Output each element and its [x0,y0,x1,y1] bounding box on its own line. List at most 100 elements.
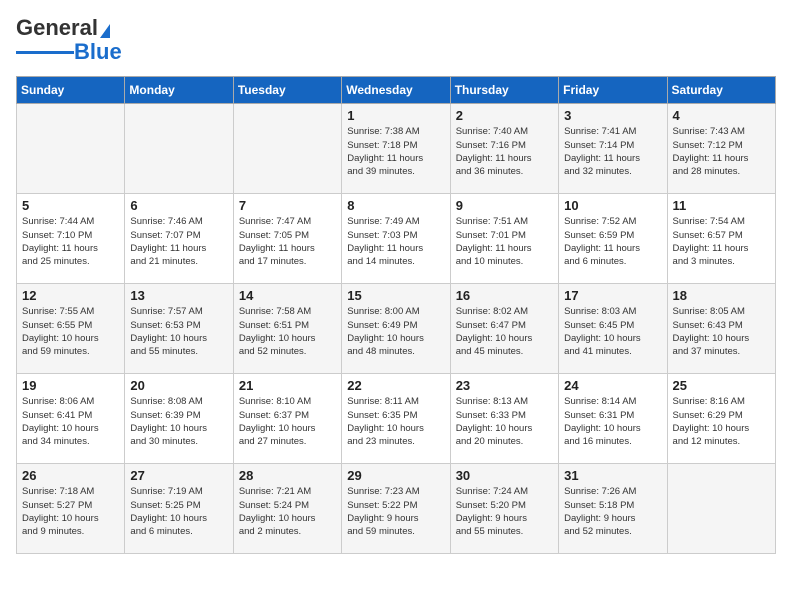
day-number: 10 [564,198,661,213]
day-header-monday: Monday [125,77,233,104]
day-number: 12 [22,288,119,303]
day-number: 2 [456,108,553,123]
day-number: 23 [456,378,553,393]
day-info: Sunrise: 7:57 AM Sunset: 6:53 PM Dayligh… [130,305,227,358]
day-number: 30 [456,468,553,483]
calendar-cell: 24 Sunrise: 8:14 AM Sunset: 6:31 PM Dayli… [559,374,667,464]
day-number: 8 [347,198,444,213]
day-number: 4 [673,108,770,123]
calendar-cell: 10 Sunrise: 7:52 AM Sunset: 6:59 PM Dayli… [559,194,667,284]
calendar-cell: 27 Sunrise: 7:19 AM Sunset: 5:25 PM Dayli… [125,464,233,554]
day-info: Sunrise: 7:19 AM Sunset: 5:25 PM Dayligh… [130,485,227,538]
day-info: Sunrise: 7:58 AM Sunset: 6:51 PM Dayligh… [239,305,336,358]
day-info: Sunrise: 8:05 AM Sunset: 6:43 PM Dayligh… [673,305,770,358]
day-number: 13 [130,288,227,303]
day-number: 17 [564,288,661,303]
day-header-friday: Friday [559,77,667,104]
day-info: Sunrise: 8:00 AM Sunset: 6:49 PM Dayligh… [347,305,444,358]
calendar-cell: 4 Sunrise: 7:43 AM Sunset: 7:12 PM Daylig… [667,104,775,194]
day-info: Sunrise: 8:02 AM Sunset: 6:47 PM Dayligh… [456,305,553,358]
week-row-3: 12 Sunrise: 7:55 AM Sunset: 6:55 PM Dayli… [17,284,776,374]
day-header-tuesday: Tuesday [233,77,341,104]
day-info: Sunrise: 7:54 AM Sunset: 6:57 PM Dayligh… [673,215,770,268]
calendar-cell: 2 Sunrise: 7:40 AM Sunset: 7:16 PM Daylig… [450,104,558,194]
calendar-cell: 21Sunrise: 8:10 AM Sunset: 6:37 PM Dayli… [233,374,341,464]
day-info: Sunrise: 8:03 AM Sunset: 6:45 PM Dayligh… [564,305,661,358]
day-number: 29 [347,468,444,483]
calendar-cell: 15 Sunrise: 8:00 AM Sunset: 6:49 PM Dayli… [342,284,450,374]
calendar-cell [125,104,233,194]
logo-general: General [16,16,98,40]
page-header: General Blue [16,16,776,64]
day-info: Sunrise: 8:13 AM Sunset: 6:33 PM Dayligh… [456,395,553,448]
calendar-cell: 14 Sunrise: 7:58 AM Sunset: 6:51 PM Dayli… [233,284,341,374]
calendar-cell [667,464,775,554]
day-header-sunday: Sunday [17,77,125,104]
calendar-cell: 29 Sunrise: 7:23 AM Sunset: 5:22 PM Dayli… [342,464,450,554]
day-info: Sunrise: 7:40 AM Sunset: 7:16 PM Dayligh… [456,125,553,178]
calendar-cell: 1Sunrise: 7:38 AM Sunset: 7:18 PM Daylig… [342,104,450,194]
calendar-cell: 9 Sunrise: 7:51 AM Sunset: 7:01 PM Daylig… [450,194,558,284]
day-info: Sunrise: 7:24 AM Sunset: 5:20 PM Dayligh… [456,485,553,538]
day-info: Sunrise: 7:38 AM Sunset: 7:18 PM Dayligh… [347,125,444,178]
day-number: 25 [673,378,770,393]
day-info: Sunrise: 7:46 AM Sunset: 7:07 PM Dayligh… [130,215,227,268]
calendar-cell: 25 Sunrise: 8:16 AM Sunset: 6:29 PM Dayli… [667,374,775,464]
day-number: 15 [347,288,444,303]
day-number: 28 [239,468,336,483]
day-header-wednesday: Wednesday [342,77,450,104]
day-number: 19 [22,378,119,393]
day-info: Sunrise: 7:49 AM Sunset: 7:03 PM Dayligh… [347,215,444,268]
day-number: 9 [456,198,553,213]
calendar-cell: 18 Sunrise: 8:05 AM Sunset: 6:43 PM Dayli… [667,284,775,374]
day-number: 27 [130,468,227,483]
week-row-4: 19 Sunrise: 8:06 AM Sunset: 6:41 PM Dayli… [17,374,776,464]
day-number: 31 [564,468,661,483]
calendar-cell: 20Sunrise: 8:08 AM Sunset: 6:39 PM Dayli… [125,374,233,464]
calendar-cell: 30 Sunrise: 7:24 AM Sunset: 5:20 PM Dayli… [450,464,558,554]
logo: General Blue [16,16,122,64]
day-info: Sunrise: 7:23 AM Sunset: 5:22 PM Dayligh… [347,485,444,538]
day-info: Sunrise: 7:26 AM Sunset: 5:18 PM Dayligh… [564,485,661,538]
day-number: 5 [22,198,119,213]
day-info: Sunrise: 7:44 AM Sunset: 7:10 PM Dayligh… [22,215,119,268]
logo-blue: Blue [74,40,122,64]
day-number: 3 [564,108,661,123]
day-info: Sunrise: 8:08 AM Sunset: 6:39 PM Dayligh… [130,395,227,448]
week-row-2: 5 Sunrise: 7:44 AM Sunset: 7:10 PM Daylig… [17,194,776,284]
calendar-cell: 13 Sunrise: 7:57 AM Sunset: 6:53 PM Dayli… [125,284,233,374]
day-info: Sunrise: 8:06 AM Sunset: 6:41 PM Dayligh… [22,395,119,448]
calendar-cell [233,104,341,194]
calendar-cell [17,104,125,194]
calendar-cell: 28Sunrise: 7:21 AM Sunset: 5:24 PM Dayli… [233,464,341,554]
day-header-thursday: Thursday [450,77,558,104]
day-info: Sunrise: 7:52 AM Sunset: 6:59 PM Dayligh… [564,215,661,268]
calendar-cell: 12 Sunrise: 7:55 AM Sunset: 6:55 PM Dayli… [17,284,125,374]
calendar-cell: 22Sunrise: 8:11 AM Sunset: 6:35 PM Dayli… [342,374,450,464]
calendar-cell: 8 Sunrise: 7:49 AM Sunset: 7:03 PM Daylig… [342,194,450,284]
day-number: 24 [564,378,661,393]
calendar-cell: 31 Sunrise: 7:26 AM Sunset: 5:18 PM Dayli… [559,464,667,554]
day-number: 18 [673,288,770,303]
day-info: Sunrise: 8:14 AM Sunset: 6:31 PM Dayligh… [564,395,661,448]
day-info: Sunrise: 7:43 AM Sunset: 7:12 PM Dayligh… [673,125,770,178]
day-info: Sunrise: 8:10 AM Sunset: 6:37 PM Dayligh… [239,395,336,448]
day-number: 11 [673,198,770,213]
calendar-cell: 11 Sunrise: 7:54 AM Sunset: 6:57 PM Dayli… [667,194,775,284]
calendar-cell: 26Sunrise: 7:18 AM Sunset: 5:27 PM Dayli… [17,464,125,554]
days-header-row: SundayMondayTuesdayWednesdayThursdayFrid… [17,77,776,104]
day-number: 7 [239,198,336,213]
calendar-cell: 19 Sunrise: 8:06 AM Sunset: 6:41 PM Dayli… [17,374,125,464]
calendar-cell: 16Sunrise: 8:02 AM Sunset: 6:47 PM Dayli… [450,284,558,374]
day-info: Sunrise: 7:55 AM Sunset: 6:55 PM Dayligh… [22,305,119,358]
week-row-1: 1Sunrise: 7:38 AM Sunset: 7:18 PM Daylig… [17,104,776,194]
day-info: Sunrise: 7:41 AM Sunset: 7:14 PM Dayligh… [564,125,661,178]
day-info: Sunrise: 8:11 AM Sunset: 6:35 PM Dayligh… [347,395,444,448]
calendar-table: SundayMondayTuesdayWednesdayThursdayFrid… [16,76,776,554]
calendar-cell: 5 Sunrise: 7:44 AM Sunset: 7:10 PM Daylig… [17,194,125,284]
day-number: 14 [239,288,336,303]
week-row-5: 26Sunrise: 7:18 AM Sunset: 5:27 PM Dayli… [17,464,776,554]
calendar-cell: 23 Sunrise: 8:13 AM Sunset: 6:33 PM Dayli… [450,374,558,464]
day-info: Sunrise: 7:51 AM Sunset: 7:01 PM Dayligh… [456,215,553,268]
day-info: Sunrise: 8:16 AM Sunset: 6:29 PM Dayligh… [673,395,770,448]
